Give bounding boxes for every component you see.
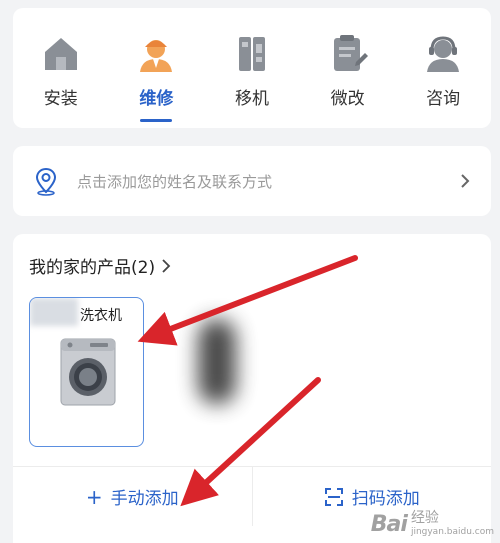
chevron-right-icon (461, 174, 470, 188)
watermark-url: jingyan.baidu.com (410, 527, 494, 537)
chevron-right-icon (162, 258, 171, 273)
plus-icon: + (85, 484, 103, 509)
tab-consult[interactable]: 咨询 (395, 8, 491, 128)
manual-add-label: 手动添加 (110, 489, 179, 509)
tab-move[interactable]: 移机 (204, 8, 300, 128)
clipboard-edit-icon (333, 35, 368, 71)
tab-modify[interactable]: 微改 (300, 8, 396, 128)
products-title-text: 我的家的产品(2) (29, 258, 156, 278)
watermark-name: 经验 (410, 510, 439, 526)
baidu-watermark: Bai 经验 jingyan.baidu.com (371, 507, 494, 537)
manual-add-button[interactable]: + 手动添加 (13, 467, 252, 526)
products-card: 我的家的产品(2) 洗衣机 + 手动添加 扫码添加 (13, 234, 491, 543)
product-name: 洗衣机 (80, 308, 122, 324)
contact-row[interactable]: 点击添加您的姓名及联系方式 (13, 146, 491, 216)
watermark-logo: Bai (370, 512, 408, 537)
tab-install-label: 安装 (43, 89, 78, 109)
tab-move-label: 移机 (234, 89, 269, 109)
tab-repair[interactable]: 维修 (109, 8, 205, 128)
blurred-brand (30, 298, 78, 326)
tab-modify-label: 微改 (330, 89, 365, 109)
contact-hint: 点击添加您的姓名及联系方式 (77, 172, 273, 191)
tab-consult-label: 咨询 (426, 89, 461, 109)
headset-agent-icon (427, 36, 460, 72)
washing-machine-icon (60, 338, 116, 406)
repair-worker-icon (140, 40, 173, 72)
scan-add-label: 扫码添加 (351, 489, 420, 509)
move-unit-icon (238, 37, 265, 71)
scan-icon (324, 487, 343, 506)
service-tabs: 安装 维修 移机 微改 咨询 (13, 8, 491, 128)
tab-install[interactable]: 安装 (13, 8, 109, 128)
location-pin-icon (35, 167, 57, 196)
tab-repair-label: 维修 (139, 89, 174, 109)
products-title[interactable]: 我的家的产品(2) (29, 253, 173, 278)
house-icon (44, 38, 77, 70)
blurred-product (198, 319, 236, 404)
product-tile-washer[interactable]: 洗衣机 (29, 297, 144, 447)
